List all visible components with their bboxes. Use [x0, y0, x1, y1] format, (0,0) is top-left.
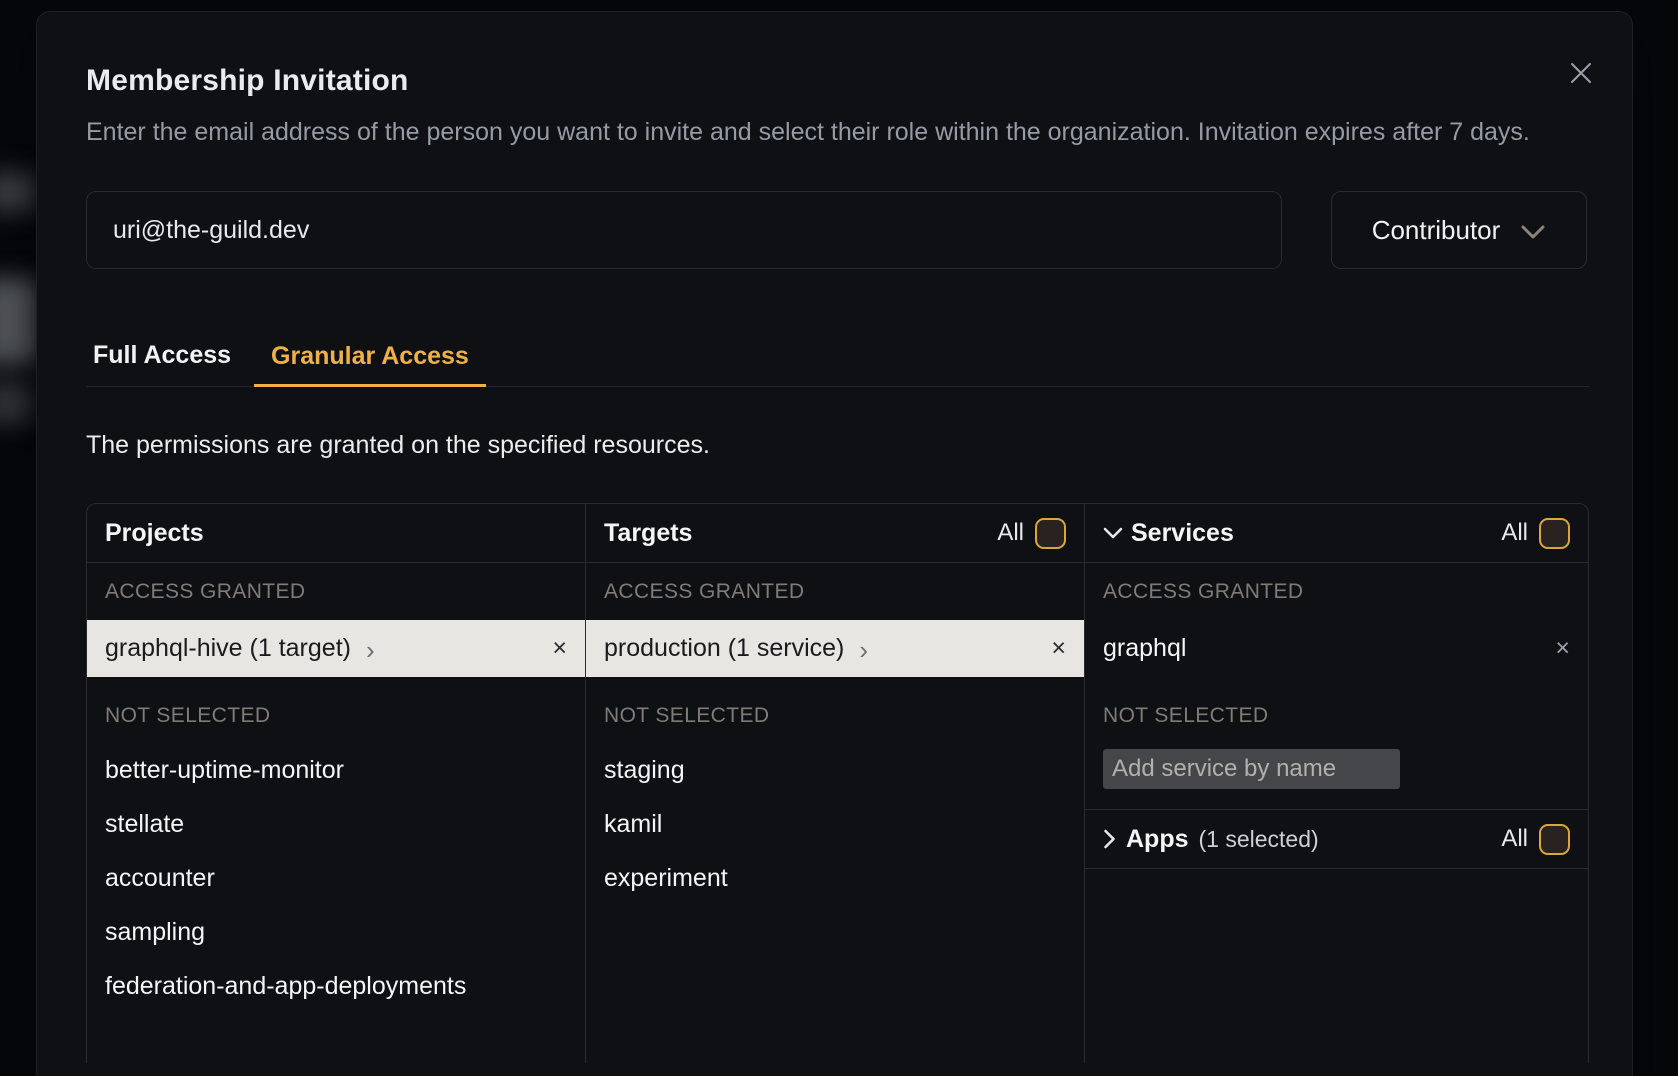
email-input[interactable]	[86, 191, 1282, 269]
targets-column: Targets All ACCESS GRANTED production (1…	[586, 504, 1085, 1063]
resource-table: Projects ACCESS GRANTED graphql-hive (1 …	[86, 503, 1589, 1063]
targets-all-label: All	[997, 519, 1024, 547]
close-button[interactable]	[1566, 58, 1596, 88]
invite-form-row: Contributor	[86, 191, 1587, 269]
projects-header: Projects	[87, 504, 585, 563]
membership-invitation-dialog: Membership Invitation Enter the email ad…	[36, 11, 1633, 1076]
targets-header-label: Targets	[604, 519, 692, 548]
services-all-label: All	[1501, 519, 1528, 547]
tab-full-access[interactable]: Full Access	[86, 341, 238, 386]
services-header-label: Services	[1131, 519, 1234, 548]
services-not-selected-label: NOT SELECTED	[1085, 677, 1588, 743]
background-blur-artifact	[0, 382, 34, 424]
project-selected-label: graphql-hive (1 target)	[105, 634, 351, 663]
projects-not-selected-label: NOT SELECTED	[87, 677, 585, 743]
remove-project-icon[interactable]: ×	[552, 634, 567, 663]
close-icon	[1570, 62, 1592, 84]
tab-granular-access[interactable]: Granular Access	[254, 342, 486, 387]
targets-access-granted-label: ACCESS GRANTED	[586, 563, 1084, 620]
dialog-description: Enter the email address of the person yo…	[86, 114, 1587, 151]
project-item[interactable]: better-uptime-monitor	[87, 743, 585, 797]
role-select-value: Contributor	[1372, 215, 1501, 246]
apps-selected-count: (1 selected)	[1199, 826, 1319, 853]
projects-access-granted-label: ACCESS GRANTED	[87, 563, 585, 620]
chevron-right-icon: ›	[859, 637, 868, 663]
target-item[interactable]: experiment	[586, 851, 1084, 905]
service-selected-label: graphql	[1103, 634, 1186, 663]
background-blur-artifact	[0, 172, 38, 212]
target-item[interactable]: staging	[586, 743, 1084, 797]
remove-target-icon[interactable]: ×	[1051, 634, 1066, 663]
target-selected-label: production (1 service)	[604, 634, 844, 663]
services-access-granted-label: ACCESS GRANTED	[1085, 563, 1588, 620]
project-item[interactable]: federation-and-app-deployments	[87, 959, 585, 1013]
apps-label: Apps	[1126, 825, 1189, 854]
project-item[interactable]: stellate	[87, 797, 585, 851]
dialog-title: Membership Invitation	[86, 64, 1587, 98]
chevron-down-icon	[1520, 220, 1546, 240]
projects-header-label: Projects	[105, 519, 204, 548]
targets-all-checkbox[interactable]	[1035, 518, 1066, 549]
services-column: Services All ACCESS GRANTED graphql × NO…	[1085, 504, 1588, 1063]
apps-all-label: All	[1501, 825, 1528, 853]
role-select[interactable]: Contributor	[1331, 191, 1587, 269]
services-header[interactable]: Services All	[1085, 504, 1588, 563]
chevron-down-icon	[1103, 527, 1123, 540]
target-item[interactable]: kamil	[586, 797, 1084, 851]
background-blur-artifact	[0, 278, 40, 364]
remove-service-icon[interactable]: ×	[1555, 634, 1570, 663]
services-all-checkbox[interactable]	[1539, 518, 1570, 549]
project-selected-row[interactable]: graphql-hive (1 target) › ×	[87, 620, 585, 677]
access-tabs: Full Access Granular Access	[86, 341, 1589, 387]
permissions-note: The permissions are granted on the speci…	[86, 431, 1587, 460]
apps-section-row[interactable]: Apps (1 selected) All	[1085, 809, 1588, 869]
project-item[interactable]: accounter	[87, 851, 585, 905]
targets-not-selected-label: NOT SELECTED	[586, 677, 1084, 743]
target-selected-row[interactable]: production (1 service) › ×	[586, 620, 1084, 677]
project-item[interactable]: sampling	[87, 905, 585, 959]
apps-all-checkbox[interactable]	[1539, 824, 1570, 855]
targets-header: Targets All	[586, 504, 1084, 563]
add-service-input[interactable]	[1103, 749, 1400, 789]
projects-column: Projects ACCESS GRANTED graphql-hive (1 …	[87, 504, 586, 1063]
service-selected-row[interactable]: graphql ×	[1085, 620, 1588, 677]
chevron-right-icon: ›	[366, 637, 375, 663]
chevron-right-icon	[1103, 829, 1116, 849]
